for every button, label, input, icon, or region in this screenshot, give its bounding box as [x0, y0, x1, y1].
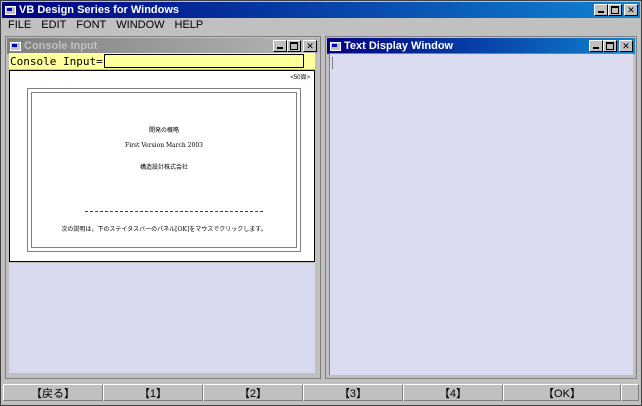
status-panel-ok[interactable]: 【OK】 [503, 384, 621, 401]
app-title: VB Design Series for Windows [19, 4, 180, 16]
status-panel-3[interactable]: 【3】 [303, 384, 403, 401]
text-window-icon[interactable] [329, 40, 341, 52]
status-panel-2[interactable]: 【2】 [203, 384, 303, 401]
document-note: 次の説明は，下のステイタスバーのパネル[OK]をマウスでクリックします。 [61, 226, 267, 233]
menu-help[interactable]: HELP [171, 19, 208, 31]
console-input-label: Console Input= [10, 54, 103, 68]
console-window-title: Console Input [24, 40, 98, 52]
menu-file[interactable]: FILE [4, 19, 35, 31]
text-display-window: Text Display Window ✕ [325, 36, 637, 379]
document-frame-inner: 開発の概略 First Version March 2003 構造設計株式会社 … [31, 92, 297, 248]
text-caret [332, 57, 333, 69]
page-number: <50頁> [290, 75, 310, 81]
menu-edit[interactable]: EDIT [37, 19, 70, 31]
menu-font[interactable]: FONT [72, 19, 110, 31]
console-input[interactable] [103, 54, 304, 68]
minimize-button[interactable] [594, 4, 608, 16]
text-display-area[interactable] [329, 53, 633, 375]
text-window-titlebar[interactable]: Text Display Window ✕ [327, 38, 635, 54]
text-window-title: Text Display Window [344, 40, 454, 52]
document-frame: 開発の概略 First Version March 2003 構造設計株式会社 … [27, 88, 301, 252]
menu-window[interactable]: WINDOW [112, 19, 168, 31]
document-version: First Version March 2003 [125, 142, 203, 149]
document-title: 開発の概略 [148, 127, 179, 134]
document-company: 構造設計株式会社 [139, 164, 188, 171]
console-input-row: Console Input= [9, 53, 315, 69]
close-button[interactable]: ✕ [624, 4, 638, 16]
text-window-minimize-button[interactable] [589, 40, 603, 52]
app-titlebar[interactable]: VB Design Series for Windows ✕ [2, 2, 640, 18]
status-panel-4[interactable]: 【4】 [403, 384, 503, 401]
text-window-maximize-button[interactable] [603, 40, 617, 52]
status-panel-back[interactable]: 【戻る】 [3, 384, 103, 401]
status-size-grip[interactable] [621, 384, 639, 401]
document-divider [85, 211, 263, 212]
console-minimize-button[interactable] [273, 40, 287, 52]
console-window: Console Input ✕ Console Input= <50頁> 開発の… [5, 36, 321, 379]
maximize-button[interactable] [608, 4, 622, 16]
text-window-close-button[interactable]: ✕ [619, 40, 633, 52]
console-titlebar[interactable]: Console Input ✕ [7, 38, 319, 54]
app-icon[interactable] [4, 4, 16, 16]
menu-bar: FILE EDIT FONT WINDOW HELP [2, 18, 640, 32]
main-window: VB Design Series for Windows ✕ FILE EDIT… [0, 0, 642, 406]
console-output-area[interactable] [9, 263, 315, 373]
console-close-button[interactable]: ✕ [303, 40, 317, 52]
document-view: <50頁> 開発の概略 First Version March 2003 構造設… [9, 70, 315, 262]
status-bar: 【戻る】 【1】 【2】 【3】 【4】 【OK】 [3, 384, 639, 403]
console-maximize-button[interactable] [287, 40, 301, 52]
console-window-icon[interactable] [9, 40, 21, 52]
status-panel-1[interactable]: 【1】 [103, 384, 203, 401]
